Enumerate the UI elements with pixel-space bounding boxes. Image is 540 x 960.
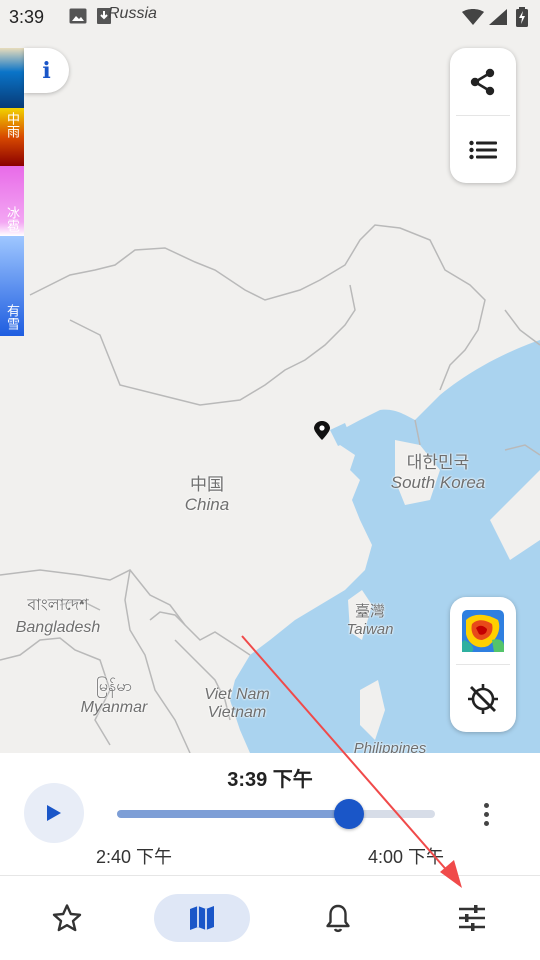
sliders-icon — [459, 905, 485, 931]
map-label-vietnam: Viet Nam Vietnam — [204, 686, 270, 721]
signal-icon — [489, 9, 507, 30]
map-label-south-korea: 대한민국 South Korea — [390, 453, 486, 492]
info-icon: i — [42, 57, 51, 84]
wifi-icon — [462, 9, 484, 30]
top-map-controls — [450, 48, 516, 183]
location-disabled-icon — [468, 683, 498, 714]
status-bar: 3:39 Russia — [0, 0, 540, 32]
map-label-philippines: Philippines — [353, 740, 427, 753]
timeline-slider[interactable] — [117, 810, 435, 818]
map-label-taiwan: 臺灣 Taiwan — [346, 603, 394, 638]
playback-panel: 3:39 下午 2:40 下午 4:00 下午 — [0, 753, 540, 875]
play-button[interactable] — [24, 783, 84, 843]
status-time: 3:39 — [9, 7, 45, 27]
nav-map[interactable] — [154, 894, 250, 942]
layer-button[interactable] — [450, 597, 516, 664]
legend-label-rain: 中雨 — [5, 112, 20, 138]
legend-label-hail: 冰雹 — [5, 206, 20, 232]
star-icon — [52, 904, 82, 932]
nav-favorites[interactable] — [43, 894, 91, 942]
bell-icon — [326, 904, 350, 933]
battery-charging-icon — [516, 7, 528, 32]
more-options-button[interactable] — [472, 797, 500, 831]
list-icon — [469, 140, 497, 159]
share-button[interactable] — [450, 48, 516, 115]
play-icon — [47, 805, 61, 821]
location-pin-icon[interactable] — [314, 421, 330, 440]
legend-label-snow: 有雪 — [5, 304, 20, 330]
nav-settings[interactable] — [448, 894, 496, 942]
image-icon — [69, 8, 87, 29]
end-time: 4:00 下午 — [368, 847, 445, 867]
radar-layer-icon — [462, 609, 504, 652]
bottom-navigation — [0, 875, 540, 960]
timeline-thumb[interactable] — [334, 799, 365, 829]
list-button[interactable] — [450, 116, 516, 183]
precipitation-legend: 中雨 冰雹 有雪 — [0, 48, 24, 336]
locate-button[interactable] — [450, 665, 516, 732]
share-icon — [470, 68, 495, 95]
timeline-progress — [117, 810, 350, 818]
info-button[interactable]: i — [24, 48, 69, 93]
map-icon — [190, 906, 214, 930]
region-label: Russia — [108, 5, 157, 22]
bottom-map-controls — [450, 597, 516, 732]
map-label-bangladesh: বাংলাদেশ Bangladesh — [15, 597, 101, 636]
map-label-myanmar: မြန်မာ Myanmar — [80, 678, 148, 716]
more-vert-icon — [483, 802, 489, 808]
current-time: 3:39 下午 — [227, 769, 313, 791]
nav-alerts[interactable] — [314, 894, 362, 942]
map-label-china: 中国 China — [184, 475, 230, 514]
start-time: 2:40 下午 — [96, 847, 173, 867]
